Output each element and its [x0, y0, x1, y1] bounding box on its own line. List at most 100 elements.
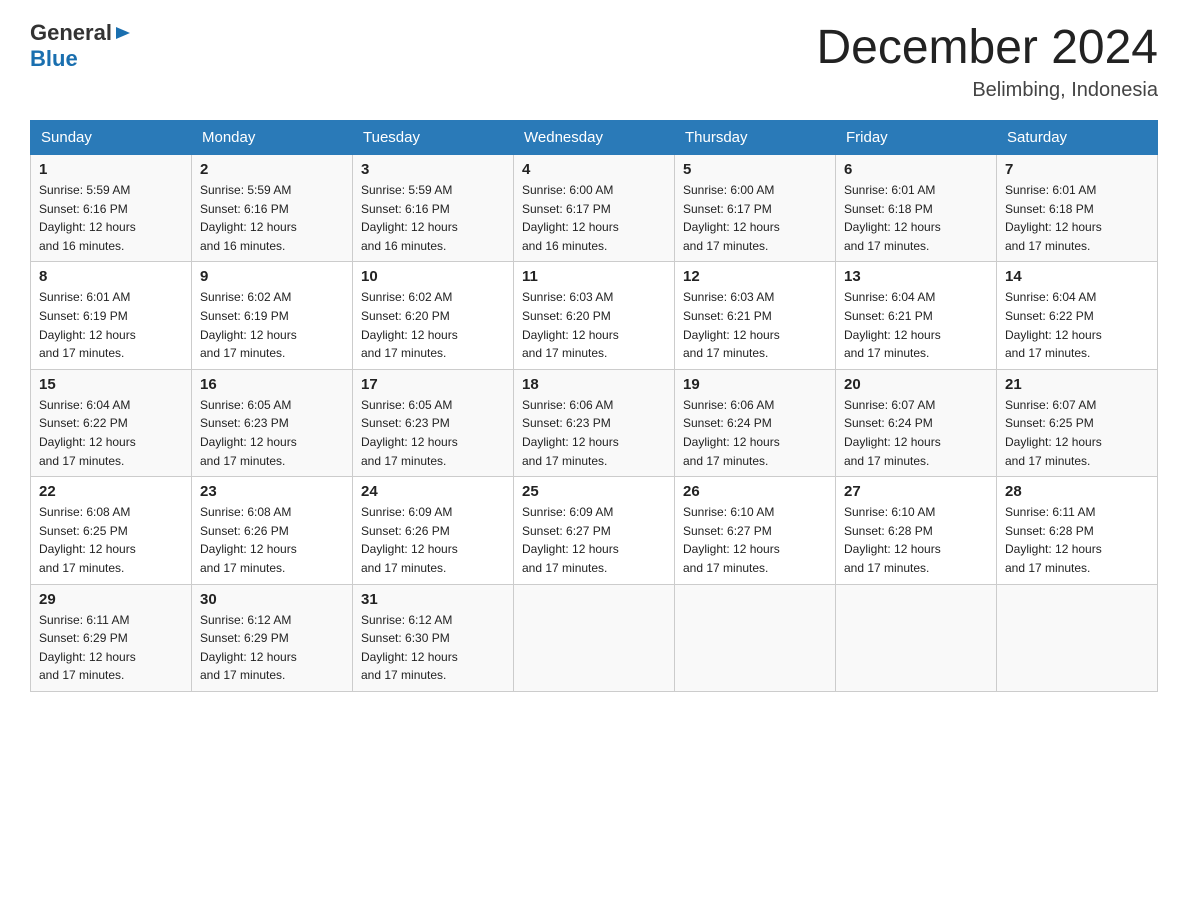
logo-blue-text: Blue [30, 46, 78, 72]
day-number: 30 [200, 591, 344, 608]
calendar-cell: 13 Sunrise: 6:04 AM Sunset: 6:21 PM Dayl… [836, 262, 997, 369]
calendar-cell: 24 Sunrise: 6:09 AM Sunset: 6:26 PM Dayl… [353, 477, 514, 584]
calendar-cell: 1 Sunrise: 5:59 AM Sunset: 6:16 PM Dayli… [31, 155, 192, 262]
calendar-table: SundayMondayTuesdayWednesdayThursdayFrid… [30, 120, 1158, 692]
day-number: 14 [1005, 268, 1149, 285]
calendar-cell [675, 584, 836, 691]
day-info: Sunrise: 6:00 AM Sunset: 6:17 PM Dayligh… [522, 181, 666, 255]
calendar-week-row: 29 Sunrise: 6:11 AM Sunset: 6:29 PM Dayl… [31, 584, 1158, 691]
day-number: 25 [522, 483, 666, 500]
day-info: Sunrise: 6:05 AM Sunset: 6:23 PM Dayligh… [361, 396, 505, 470]
day-info: Sunrise: 6:08 AM Sunset: 6:26 PM Dayligh… [200, 503, 344, 577]
calendar-cell: 4 Sunrise: 6:00 AM Sunset: 6:17 PM Dayli… [514, 155, 675, 262]
day-info: Sunrise: 6:06 AM Sunset: 6:24 PM Dayligh… [683, 396, 827, 470]
calendar-cell: 21 Sunrise: 6:07 AM Sunset: 6:25 PM Dayl… [997, 369, 1158, 476]
calendar-cell: 25 Sunrise: 6:09 AM Sunset: 6:27 PM Dayl… [514, 477, 675, 584]
day-info: Sunrise: 6:00 AM Sunset: 6:17 PM Dayligh… [683, 181, 827, 255]
day-number: 18 [522, 376, 666, 393]
page-header: General Blue December 2024 Belimbing, In… [30, 20, 1158, 102]
calendar-header-row: SundayMondayTuesdayWednesdayThursdayFrid… [31, 121, 1158, 155]
logo-general-text: General [30, 20, 112, 46]
calendar-cell: 16 Sunrise: 6:05 AM Sunset: 6:23 PM Dayl… [192, 369, 353, 476]
calendar-cell: 31 Sunrise: 6:12 AM Sunset: 6:30 PM Dayl… [353, 584, 514, 691]
day-number: 1 [39, 161, 183, 178]
day-number: 15 [39, 376, 183, 393]
day-info: Sunrise: 6:04 AM Sunset: 6:22 PM Dayligh… [39, 396, 183, 470]
day-number: 22 [39, 483, 183, 500]
day-number: 17 [361, 376, 505, 393]
calendar-cell: 18 Sunrise: 6:06 AM Sunset: 6:23 PM Dayl… [514, 369, 675, 476]
calendar-cell: 19 Sunrise: 6:06 AM Sunset: 6:24 PM Dayl… [675, 369, 836, 476]
day-info: Sunrise: 5:59 AM Sunset: 6:16 PM Dayligh… [200, 181, 344, 255]
day-number: 11 [522, 268, 666, 285]
day-number: 3 [361, 161, 505, 178]
day-number: 16 [200, 376, 344, 393]
calendar-cell: 3 Sunrise: 5:59 AM Sunset: 6:16 PM Dayli… [353, 155, 514, 262]
day-number: 13 [844, 268, 988, 285]
day-info: Sunrise: 6:04 AM Sunset: 6:22 PM Dayligh… [1005, 288, 1149, 362]
day-number: 27 [844, 483, 988, 500]
calendar-cell: 17 Sunrise: 6:05 AM Sunset: 6:23 PM Dayl… [353, 369, 514, 476]
calendar-cell: 12 Sunrise: 6:03 AM Sunset: 6:21 PM Dayl… [675, 262, 836, 369]
logo: General Blue [30, 20, 132, 72]
day-number: 19 [683, 376, 827, 393]
day-info: Sunrise: 6:07 AM Sunset: 6:24 PM Dayligh… [844, 396, 988, 470]
calendar-cell: 11 Sunrise: 6:03 AM Sunset: 6:20 PM Dayl… [514, 262, 675, 369]
calendar-week-row: 8 Sunrise: 6:01 AM Sunset: 6:19 PM Dayli… [31, 262, 1158, 369]
column-header-friday: Friday [836, 121, 997, 155]
column-header-saturday: Saturday [997, 121, 1158, 155]
column-header-sunday: Sunday [31, 121, 192, 155]
calendar-cell: 6 Sunrise: 6:01 AM Sunset: 6:18 PM Dayli… [836, 155, 997, 262]
day-number: 6 [844, 161, 988, 178]
day-info: Sunrise: 6:12 AM Sunset: 6:29 PM Dayligh… [200, 611, 344, 685]
calendar-cell [997, 584, 1158, 691]
calendar-cell: 9 Sunrise: 6:02 AM Sunset: 6:19 PM Dayli… [192, 262, 353, 369]
calendar-cell [514, 584, 675, 691]
calendar-cell: 26 Sunrise: 6:10 AM Sunset: 6:27 PM Dayl… [675, 477, 836, 584]
calendar-cell: 30 Sunrise: 6:12 AM Sunset: 6:29 PM Dayl… [192, 584, 353, 691]
day-info: Sunrise: 5:59 AM Sunset: 6:16 PM Dayligh… [39, 181, 183, 255]
calendar-cell: 20 Sunrise: 6:07 AM Sunset: 6:24 PM Dayl… [836, 369, 997, 476]
day-info: Sunrise: 6:01 AM Sunset: 6:19 PM Dayligh… [39, 288, 183, 362]
calendar-cell: 5 Sunrise: 6:00 AM Sunset: 6:17 PM Dayli… [675, 155, 836, 262]
day-info: Sunrise: 6:09 AM Sunset: 6:27 PM Dayligh… [522, 503, 666, 577]
day-info: Sunrise: 6:05 AM Sunset: 6:23 PM Dayligh… [200, 396, 344, 470]
day-info: Sunrise: 5:59 AM Sunset: 6:16 PM Dayligh… [361, 181, 505, 255]
day-number: 29 [39, 591, 183, 608]
column-header-tuesday: Tuesday [353, 121, 514, 155]
day-info: Sunrise: 6:02 AM Sunset: 6:20 PM Dayligh… [361, 288, 505, 362]
calendar-cell: 27 Sunrise: 6:10 AM Sunset: 6:28 PM Dayl… [836, 477, 997, 584]
day-number: 5 [683, 161, 827, 178]
day-number: 4 [522, 161, 666, 178]
day-number: 12 [683, 268, 827, 285]
day-number: 24 [361, 483, 505, 500]
calendar-cell: 8 Sunrise: 6:01 AM Sunset: 6:19 PM Dayli… [31, 262, 192, 369]
calendar-cell: 23 Sunrise: 6:08 AM Sunset: 6:26 PM Dayl… [192, 477, 353, 584]
day-number: 8 [39, 268, 183, 285]
day-number: 7 [1005, 161, 1149, 178]
day-number: 10 [361, 268, 505, 285]
calendar-cell: 7 Sunrise: 6:01 AM Sunset: 6:18 PM Dayli… [997, 155, 1158, 262]
column-header-monday: Monday [192, 121, 353, 155]
day-info: Sunrise: 6:10 AM Sunset: 6:28 PM Dayligh… [844, 503, 988, 577]
day-number: 21 [1005, 376, 1149, 393]
day-info: Sunrise: 6:01 AM Sunset: 6:18 PM Dayligh… [1005, 181, 1149, 255]
calendar-cell: 22 Sunrise: 6:08 AM Sunset: 6:25 PM Dayl… [31, 477, 192, 584]
column-header-thursday: Thursday [675, 121, 836, 155]
day-number: 26 [683, 483, 827, 500]
calendar-cell: 15 Sunrise: 6:04 AM Sunset: 6:22 PM Dayl… [31, 369, 192, 476]
day-info: Sunrise: 6:10 AM Sunset: 6:27 PM Dayligh… [683, 503, 827, 577]
day-info: Sunrise: 6:09 AM Sunset: 6:26 PM Dayligh… [361, 503, 505, 577]
calendar-cell: 10 Sunrise: 6:02 AM Sunset: 6:20 PM Dayl… [353, 262, 514, 369]
day-info: Sunrise: 6:03 AM Sunset: 6:21 PM Dayligh… [683, 288, 827, 362]
month-title: December 2024 [816, 20, 1158, 75]
day-info: Sunrise: 6:01 AM Sunset: 6:18 PM Dayligh… [844, 181, 988, 255]
calendar-cell: 28 Sunrise: 6:11 AM Sunset: 6:28 PM Dayl… [997, 477, 1158, 584]
day-info: Sunrise: 6:02 AM Sunset: 6:19 PM Dayligh… [200, 288, 344, 362]
day-info: Sunrise: 6:11 AM Sunset: 6:28 PM Dayligh… [1005, 503, 1149, 577]
day-number: 9 [200, 268, 344, 285]
calendar-cell [836, 584, 997, 691]
day-number: 23 [200, 483, 344, 500]
day-info: Sunrise: 6:04 AM Sunset: 6:21 PM Dayligh… [844, 288, 988, 362]
day-number: 20 [844, 376, 988, 393]
